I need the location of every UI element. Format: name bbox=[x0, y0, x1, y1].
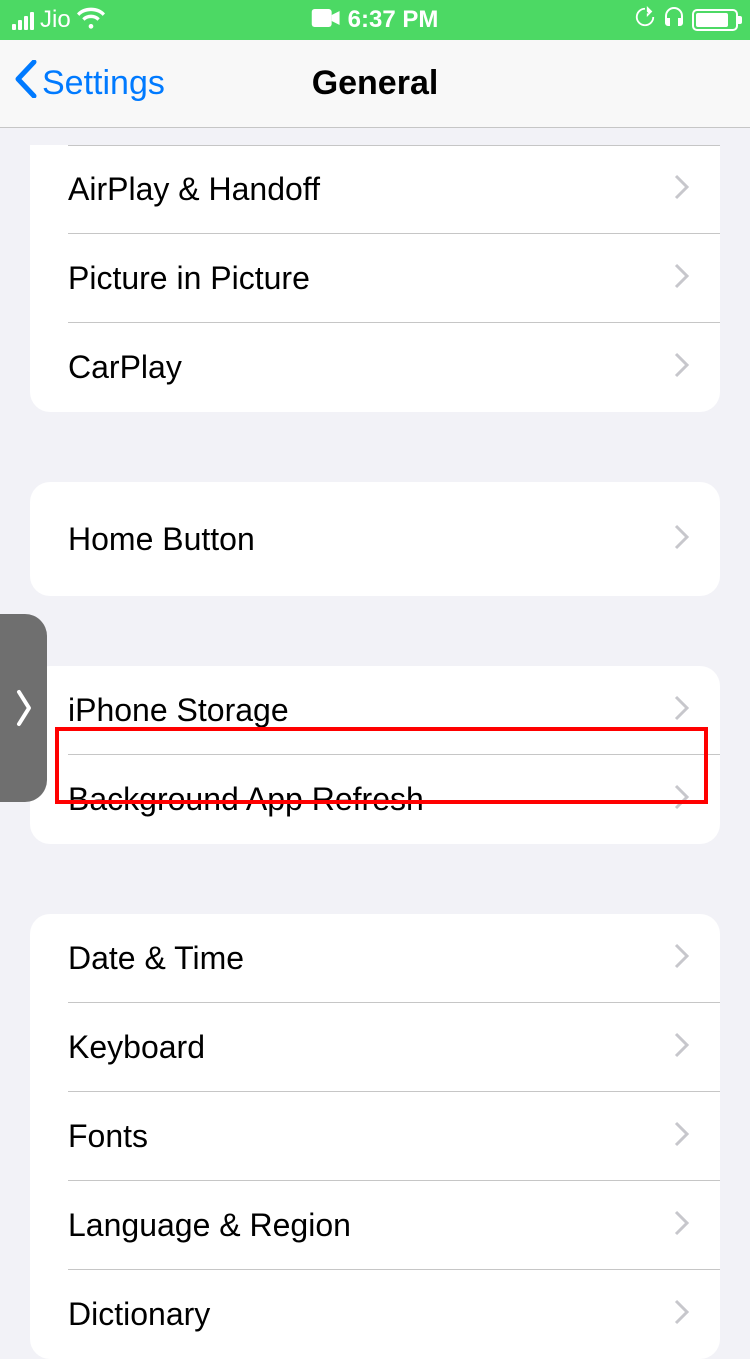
row-label: Background App Refresh bbox=[68, 781, 424, 818]
row-label: CarPlay bbox=[68, 349, 182, 386]
wifi-icon bbox=[77, 3, 105, 38]
row-airplay-handoff[interactable]: AirPlay & Handoff bbox=[30, 145, 720, 234]
page-title: General bbox=[312, 64, 439, 103]
row-label: Picture in Picture bbox=[68, 260, 310, 297]
row-picture-in-picture[interactable]: Picture in Picture bbox=[30, 234, 720, 323]
nav-bar: Settings General bbox=[0, 40, 750, 128]
row-background-app-refresh[interactable]: Background App Refresh bbox=[30, 755, 720, 844]
chevron-right-icon bbox=[674, 521, 690, 558]
back-label: Settings bbox=[42, 64, 165, 103]
row-carplay[interactable]: CarPlay bbox=[30, 323, 720, 412]
settings-group-3: iPhone Storage Background App Refresh bbox=[30, 666, 720, 844]
headphones-icon bbox=[662, 5, 686, 36]
row-label: AirPlay & Handoff bbox=[68, 171, 320, 208]
camera-icon bbox=[312, 6, 340, 34]
chevron-right-icon bbox=[674, 1296, 690, 1333]
chevron-right-icon bbox=[674, 781, 690, 818]
time-label: 6:37 PM bbox=[348, 6, 439, 34]
row-language-region[interactable]: Language & Region bbox=[30, 1181, 720, 1270]
carrier-label: Jio bbox=[40, 6, 71, 34]
row-label: iPhone Storage bbox=[68, 692, 289, 729]
row-label: Keyboard bbox=[68, 1029, 205, 1066]
content-area: AirPlay & Handoff Picture in Picture Car… bbox=[0, 128, 750, 1359]
chevron-right-icon bbox=[674, 349, 690, 386]
chevron-right-icon bbox=[674, 940, 690, 977]
row-label: Fonts bbox=[68, 1118, 148, 1155]
status-right bbox=[634, 5, 738, 36]
back-chevron-icon bbox=[14, 60, 38, 107]
row-keyboard[interactable]: Keyboard bbox=[30, 1003, 720, 1092]
chevron-right-icon bbox=[674, 1118, 690, 1155]
status-center: 6:37 PM bbox=[312, 6, 439, 34]
settings-group-4: Date & Time Keyboard Fonts Language & Re… bbox=[30, 914, 720, 1359]
row-label: Home Button bbox=[68, 521, 255, 558]
status-bar: Jio 6:37 PM bbox=[0, 0, 750, 40]
row-home-button[interactable]: Home Button bbox=[30, 482, 720, 596]
row-fonts[interactable]: Fonts bbox=[30, 1092, 720, 1181]
settings-group-1: AirPlay & Handoff Picture in Picture Car… bbox=[30, 145, 720, 412]
row-dictionary[interactable]: Dictionary bbox=[30, 1270, 720, 1359]
row-label: Language & Region bbox=[68, 1207, 351, 1244]
side-handle[interactable] bbox=[0, 614, 47, 802]
row-label: Date & Time bbox=[68, 940, 244, 977]
row-date-time[interactable]: Date & Time bbox=[30, 914, 720, 1003]
signal-icon bbox=[12, 10, 34, 30]
status-left: Jio bbox=[12, 3, 105, 38]
orientation-lock-icon bbox=[634, 6, 656, 35]
row-iphone-storage[interactable]: iPhone Storage bbox=[30, 666, 720, 755]
chevron-right-icon bbox=[674, 171, 690, 208]
battery-icon bbox=[692, 9, 738, 31]
chevron-right-icon bbox=[674, 260, 690, 297]
settings-group-2: Home Button bbox=[30, 482, 720, 596]
back-button[interactable]: Settings bbox=[14, 60, 165, 107]
chevron-right-icon bbox=[674, 692, 690, 729]
row-label: Dictionary bbox=[68, 1296, 210, 1333]
chevron-right-icon bbox=[674, 1029, 690, 1066]
chevron-right-icon bbox=[674, 1207, 690, 1244]
